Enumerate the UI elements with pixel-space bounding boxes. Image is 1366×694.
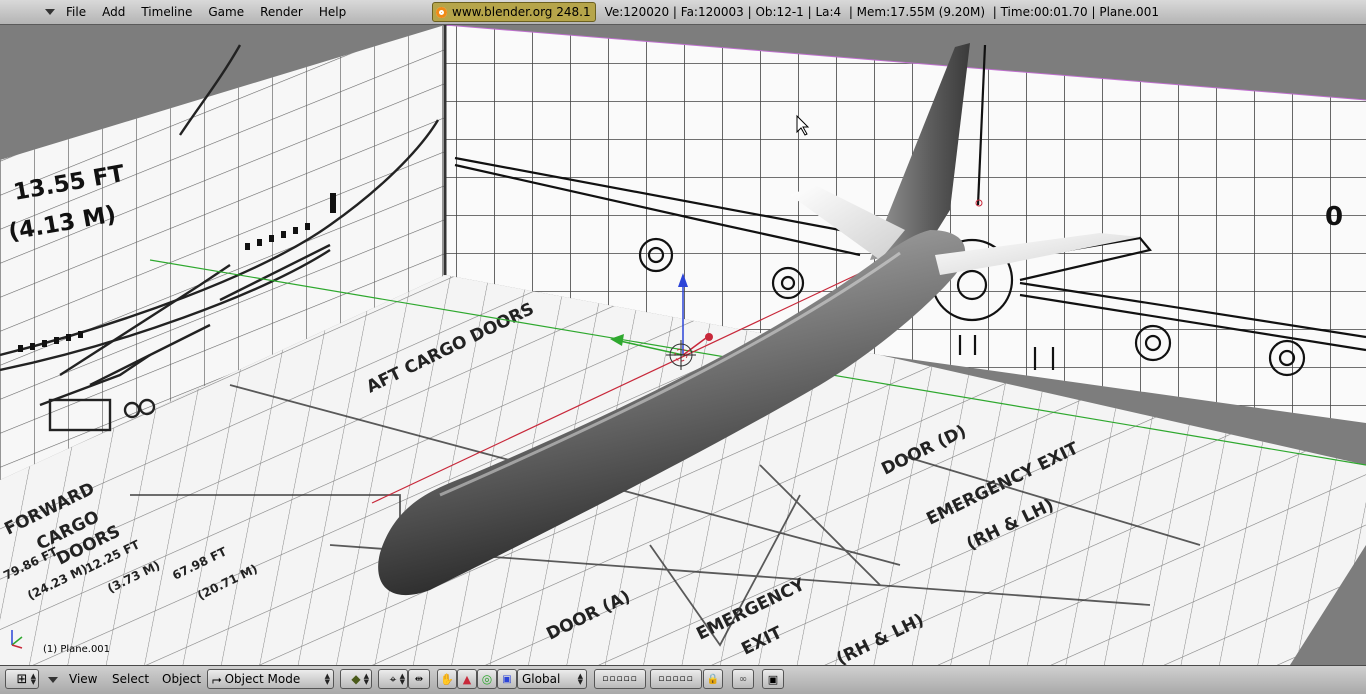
menu-add[interactable]: Add	[94, 0, 133, 25]
orientation-select[interactable]: Global ▲ ▼	[517, 669, 587, 689]
link-icon: ∞	[738, 673, 748, 685]
editor-type-button[interactable]: ⊞ ▲ ▼	[5, 669, 39, 689]
blender-logo-icon	[436, 6, 447, 18]
render-icon: ▣	[767, 672, 779, 686]
menu-object[interactable]: Object	[162, 670, 201, 689]
scale-manipulator-button[interactable]: ▣	[497, 669, 517, 689]
mode-label: Object Mode	[224, 672, 301, 686]
pivot-align-icon: ⇹	[414, 673, 424, 685]
translate-manipulator-button[interactable]: ▲	[457, 669, 477, 689]
menu-game[interactable]: Game	[200, 0, 252, 25]
version-text: www.blender.org 248.1	[452, 5, 591, 19]
translate-icon: ▲	[462, 672, 472, 686]
menu-collapse-icon[interactable]	[48, 677, 58, 683]
menu-help[interactable]: Help	[311, 0, 354, 25]
blueprint-zero: 0	[1325, 202, 1343, 232]
hand-icon: ✋	[440, 672, 454, 686]
layers-icon-2: ▫▫▫▫▫	[658, 674, 694, 684]
top-header: File Add Timeline Game Render Help www.b…	[0, 0, 1366, 25]
scene-stats: Ve:120020 | Fa:120003 | Ob:12-1 | La:4 |…	[604, 5, 1159, 19]
scale-icon: ▣	[502, 673, 512, 685]
menu-timeline[interactable]: Timeline	[133, 0, 200, 25]
object-label: (1) Plane.001	[43, 644, 111, 655]
grid-icon: ⊞	[16, 671, 28, 687]
header-collapse-icon[interactable]	[45, 9, 55, 15]
orientation-label: Global	[522, 672, 561, 686]
object-mode-icon: ⮣	[212, 671, 222, 686]
3d-view-header: ⊞ ▲ ▼ View Select Object ⮣ Object Mode ▲ ▼ …	[0, 665, 1366, 694]
menu-select[interactable]: Select	[112, 670, 149, 689]
menu-render[interactable]: Render	[252, 0, 311, 25]
solid-shading-icon: ◆	[351, 672, 361, 686]
layer-buttons-b[interactable]: ▫▫▫▫▫	[650, 669, 702, 689]
pivot-icon: ⌖	[389, 671, 397, 686]
viewport-scene: 13.55 FT (4.13 M) 0 AFT CARGO DOORS FORW…	[0, 25, 1366, 665]
menu-file[interactable]: File	[58, 0, 94, 25]
mode-select[interactable]: ⮣ Object Mode ▲ ▼	[207, 669, 334, 689]
main-menu: File Add Timeline Game Render Help	[58, 0, 354, 25]
link-scene-button[interactable]: ∞	[732, 669, 754, 689]
draw-type-select[interactable]: ◆ ▲ ▼	[340, 669, 372, 689]
blender-version-badge[interactable]: www.blender.org 248.1	[432, 2, 596, 22]
info-bar: www.blender.org 248.1 Ve:120020 | Fa:120…	[432, 2, 1159, 22]
3d-viewport[interactable]: 13.55 FT (4.13 M) 0 AFT CARGO DOORS FORW…	[0, 25, 1366, 665]
lock-icon: 🔒	[706, 673, 720, 685]
rotate-manipulator-button[interactable]: ◎	[477, 669, 497, 689]
render-button[interactable]: ▣	[762, 669, 784, 689]
layer-buttons-a[interactable]: ▫▫▫▫▫	[594, 669, 646, 689]
pivot-alignment-button[interactable]: ⇹	[408, 669, 430, 689]
layers-icon: ▫▫▫▫▫	[602, 674, 638, 684]
pivot-select[interactable]: ⌖ ▲ ▼	[378, 669, 408, 689]
lock-layers-button[interactable]: 🔒	[703, 669, 723, 689]
rotate-icon: ◎	[481, 672, 493, 686]
manipulator-toggle-button[interactable]: ✋	[437, 669, 457, 689]
menu-view[interactable]: View	[69, 670, 97, 689]
